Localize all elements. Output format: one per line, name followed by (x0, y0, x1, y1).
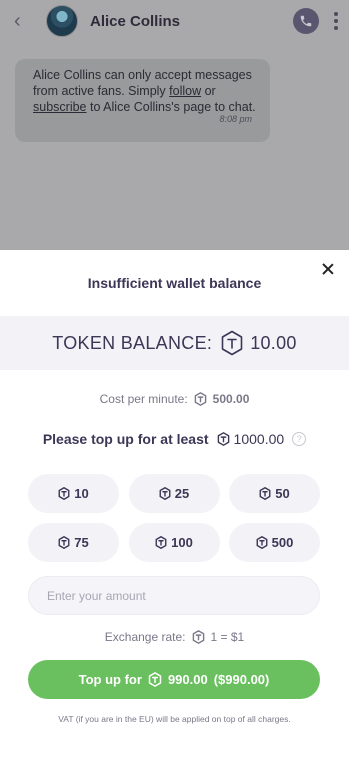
token-icon (58, 536, 70, 549)
token-icon (58, 487, 70, 500)
token-icon (217, 432, 230, 446)
chevron-left-icon[interactable]: ‹ (14, 11, 32, 31)
message-time: 8:08 pm (219, 114, 252, 124)
topup-options: 10 25 50 75 100 500 (28, 474, 320, 562)
chat-background: ‹ Alice Collins Alice Collins can only a… (0, 0, 349, 250)
option-label: 25 (174, 486, 190, 501)
topup-requirement: Please top up for at least 1000.00 ? (0, 431, 349, 447)
token-icon (155, 536, 167, 549)
vat-note: VAT (if you are in the EU) will be appli… (58, 714, 291, 724)
subscribe-link[interactable]: subscribe (33, 100, 87, 114)
option-100[interactable]: 100 (128, 523, 220, 562)
cost-label: Cost per minute: (99, 392, 188, 406)
exchange-rate: Exchange rate: 1 = $1 (0, 630, 349, 644)
option-label: 100 (171, 535, 193, 550)
kebab-icon[interactable] (333, 12, 339, 30)
option-50[interactable]: 50 (229, 474, 320, 513)
message-bubble: Alice Collins can only accept messages f… (15, 59, 270, 142)
option-label: 50 (275, 486, 290, 501)
balance-value: 10.00 (250, 332, 297, 353)
help-icon[interactable]: ? (292, 432, 307, 446)
phone-icon[interactable] (293, 8, 319, 34)
token-icon (192, 630, 205, 644)
option-500[interactable]: 500 (229, 523, 320, 562)
token-icon (220, 330, 244, 356)
cost-per-minute: Cost per minute: 500.00 (0, 392, 349, 406)
avatar[interactable] (46, 5, 78, 37)
message-text-or: or (201, 84, 216, 98)
balance-label: TOKEN BALANCE: (52, 332, 213, 353)
modal-title: Insufficient wallet balance (87, 275, 262, 291)
insufficient-balance-modal: Insufficient wallet balance TOKEN BALANC… (0, 250, 349, 757)
cost-value: 500.00 (212, 392, 250, 406)
contact-name[interactable]: Alice Collins (90, 13, 293, 30)
cta-amount: 990.00 (167, 672, 208, 687)
topup-label: Please top up for at least (42, 431, 209, 447)
token-balance-bar: TOKEN BALANCE: 10.00 (0, 316, 349, 370)
option-25[interactable]: 25 (128, 474, 220, 513)
option-10[interactable]: 10 (28, 474, 119, 513)
option-label: 500 (271, 535, 294, 550)
message-text: Alice Collins can only accept messages f… (33, 68, 252, 98)
token-icon (159, 487, 171, 500)
amount-input[interactable] (28, 576, 320, 615)
option-label: 75 (74, 535, 89, 550)
rate-value: 1 = $1 (210, 630, 245, 644)
top-up-button[interactable]: Top up for 990.00 ($990.00) (28, 660, 320, 699)
token-icon (259, 487, 271, 500)
token-icon (194, 392, 207, 406)
option-75[interactable]: 75 (28, 523, 119, 562)
follow-link[interactable]: follow (169, 84, 201, 98)
token-icon (148, 672, 162, 687)
chat-header: ‹ Alice Collins (0, 0, 349, 42)
cta-usd: ($990.00) (213, 672, 270, 687)
rate-label: Exchange rate: (104, 630, 186, 644)
topup-min-value: 1000.00 (233, 431, 285, 447)
cta-prefix: Top up for (78, 672, 142, 687)
token-icon (256, 536, 268, 549)
option-label: 10 (74, 486, 89, 501)
